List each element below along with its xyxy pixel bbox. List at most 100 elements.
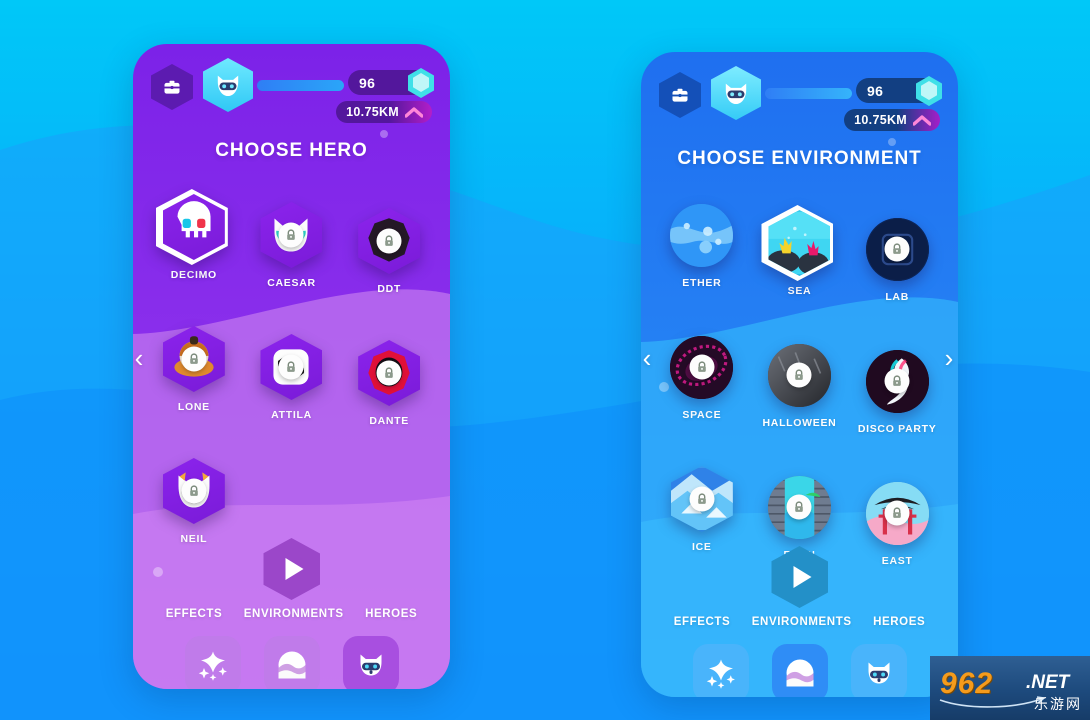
item-art (669, 466, 735, 532)
item-label: DANTE (369, 415, 409, 427)
lock-badge (786, 362, 812, 388)
item-label: ICE (692, 541, 712, 553)
tab-label-heroes[interactable]: HEROES (873, 616, 925, 628)
lock-icon (795, 369, 804, 380)
lock-icon (287, 361, 296, 372)
page-title: CHOOSE HERO (215, 140, 368, 161)
item-art (669, 202, 735, 268)
grid-item-neil[interactable]: NEIL (145, 458, 243, 556)
tab-label-heroes[interactable]: HEROES (365, 608, 417, 620)
grid-item-ether[interactable]: ETHER (653, 202, 751, 300)
item-label: LONE (177, 401, 210, 413)
lock-icon (893, 375, 901, 386)
grid-item-ice[interactable]: ICE (653, 466, 751, 564)
grid-item-decimo[interactable]: DECIMO (145, 189, 243, 292)
grid-item-lone[interactable]: LONE (145, 326, 243, 424)
lock-badge (689, 486, 715, 512)
lock-icon (698, 493, 706, 504)
item-art (669, 334, 735, 400)
avatar[interactable] (711, 66, 761, 120)
coin-count: 96 (359, 74, 376, 91)
lock-badge (884, 236, 910, 262)
tab-label-environments[interactable]: ENVIRONMENTS (752, 616, 852, 628)
tab-labels: EFFECTS ENVIRONMENTS HEROES (133, 608, 450, 620)
inventory-button[interactable] (659, 72, 701, 118)
lock-badge (884, 500, 910, 526)
grid-item-ddt[interactable]: DDT (340, 208, 438, 306)
distance-badge[interactable]: 10.75KM (336, 101, 432, 123)
grid-item-sea[interactable]: SEA (751, 205, 849, 308)
tab-label-environments[interactable]: ENVIRONMENTS (244, 608, 344, 620)
distance-badge[interactable]: 10.75KM (844, 109, 940, 131)
tab-bar (133, 636, 450, 689)
tab-labels: EFFECTS ENVIRONMENTS HEROES (641, 616, 958, 628)
briefcase-icon (164, 80, 180, 94)
tab-environments[interactable] (263, 636, 320, 689)
grid-item-attila[interactable]: ATTILA (243, 334, 341, 432)
nav-prev-button[interactable]: ‹ (126, 341, 152, 375)
site-watermark: 962 .NET 乐游网 (930, 656, 1090, 720)
grid-item-caesar[interactable]: CAESAR (243, 202, 341, 300)
item-art (864, 348, 930, 414)
coin-count: 96 (867, 82, 884, 99)
watermark-subtitle: 乐游网 (1034, 696, 1082, 712)
item-art (258, 334, 324, 400)
landscape-icon (782, 655, 818, 691)
grid-item-disco-party[interactable]: DISCO PARTY (848, 348, 946, 446)
hero-grid: DECIMO CAESAR DDT LONE ATTILA DANTE NEIL (133, 189, 450, 556)
tab-label-effects[interactable]: EFFECTS (166, 608, 223, 620)
landscape-icon (274, 647, 310, 683)
environment-header: 96 10.75KM (641, 66, 958, 146)
grid-item-east[interactable]: EAST (848, 480, 946, 578)
watermark-swoosh-icon (939, 696, 1046, 708)
xp-bar (257, 80, 344, 91)
item-label: DISCO PARTY (857, 423, 937, 435)
lock-icon (190, 353, 198, 364)
chevron-up-icon (405, 106, 423, 118)
distance-value: 10.75KM (854, 113, 907, 127)
chevron-up-icon (913, 114, 931, 126)
item-art (155, 189, 228, 265)
page-title: CHOOSE ENVIRONMENT (677, 148, 922, 169)
nav-next-button[interactable]: › (936, 341, 962, 375)
avatar[interactable] (203, 58, 253, 112)
tab-environments[interactable] (771, 644, 828, 697)
lock-badge (884, 368, 910, 394)
grid-item-dante[interactable]: DANTE (340, 340, 438, 438)
tab-heroes[interactable] (850, 644, 907, 697)
lock-badge (376, 360, 402, 386)
nav-prev-button[interactable]: ‹ (634, 341, 660, 375)
grid-item-space[interactable]: SPACE (653, 334, 751, 432)
lock-icon (190, 485, 198, 496)
lock-badge (689, 354, 715, 380)
item-label: LAB (885, 291, 909, 303)
hero-screen: 96 10.75KM CHOOSE HERO DECIMO CAESAR DDT… (133, 44, 450, 689)
tab-effects[interactable] (184, 636, 241, 689)
lock-badge (181, 346, 207, 372)
gem-icon (404, 66, 438, 100)
environment-grid: ETHER SEA LAB SPACE HALLOWEEN DISCO PARTY ICE E… (641, 202, 958, 578)
sparkle-icon (703, 655, 739, 691)
inventory-button[interactable] (151, 64, 193, 110)
tab-effects[interactable] (692, 644, 749, 697)
grid-item-lab[interactable]: LAB (848, 216, 946, 314)
lock-icon (698, 361, 706, 372)
lock-badge (278, 354, 304, 380)
item-label: CAESAR (267, 277, 316, 289)
tab-heroes[interactable] (342, 636, 399, 689)
hero-header: 96 10.75KM (133, 58, 450, 138)
tab-label-effects[interactable]: EFFECTS (674, 616, 731, 628)
grid-item-halloween[interactable]: HALLOWEEN (751, 342, 849, 440)
lock-icon (287, 229, 296, 240)
lock-icon (893, 507, 901, 518)
item-art (356, 208, 422, 274)
item-label: ETHER (682, 277, 722, 289)
briefcase-icon (672, 88, 688, 102)
lock-badge (278, 222, 304, 248)
robot-cat-icon (353, 647, 389, 683)
item-label: EAST (881, 555, 913, 567)
item-art (356, 340, 422, 406)
xp-bar (765, 88, 852, 99)
item-art (161, 458, 227, 524)
robot-cat-icon (861, 655, 897, 691)
